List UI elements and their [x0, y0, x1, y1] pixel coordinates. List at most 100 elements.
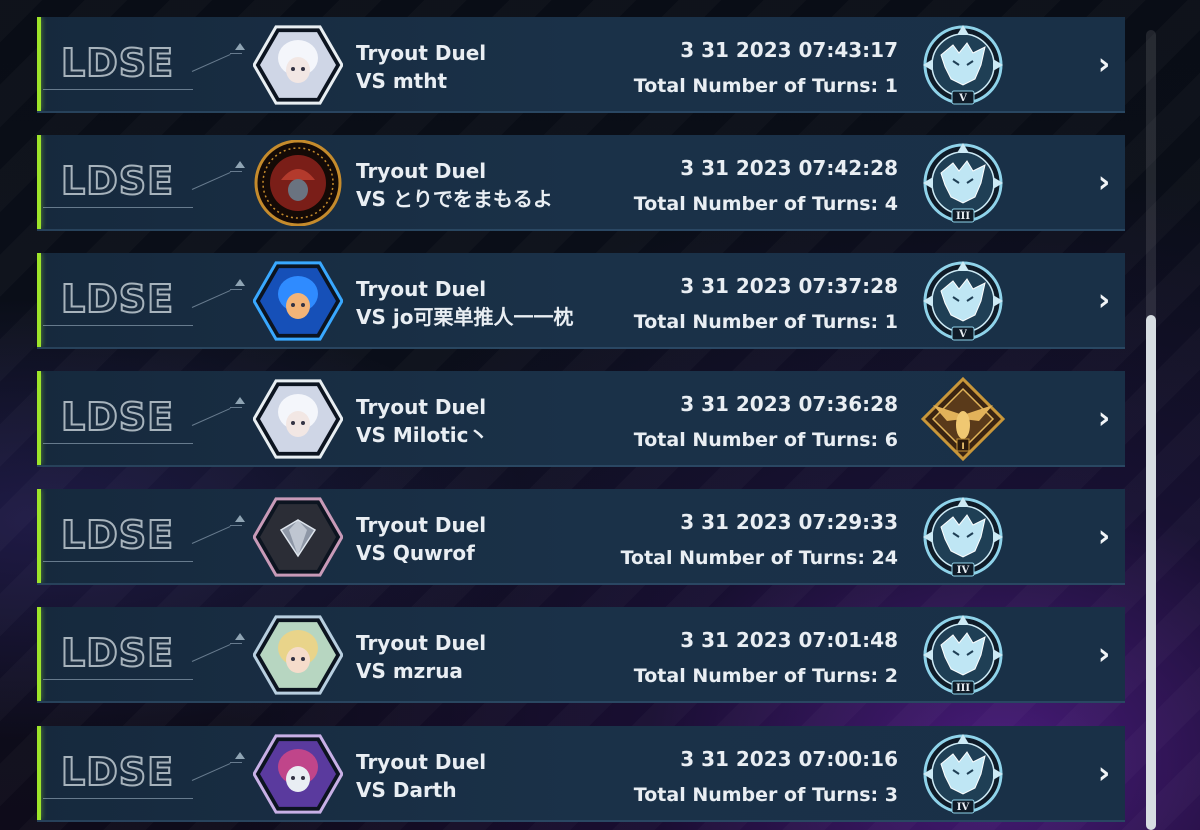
duel-row[interactable]: LDSE Tryout Duel VS Milotic丶 3 31 2023 0… — [37, 371, 1125, 467]
divider-line — [230, 643, 242, 644]
duel-row[interactable]: LDSE Tryout Duel VS とりでをまもるよ 3 31 2023 0… — [37, 135, 1125, 231]
opponent-avatar — [253, 612, 343, 698]
divider-line — [43, 798, 193, 799]
divider-line — [43, 679, 193, 680]
row-accent-bar — [37, 489, 41, 583]
divider-line — [230, 525, 242, 526]
duel-datetime: 3 31 2023 07:29:33 — [680, 510, 898, 534]
rank-tier-label: III — [956, 683, 970, 694]
triangle-marker-icon — [235, 397, 245, 404]
divider-line — [230, 171, 242, 172]
opponent-name: VS とりでをまもるよ — [356, 187, 553, 211]
duel-datetime: 3 31 2023 07:01:48 — [680, 628, 898, 652]
rank-tier-label: III — [956, 211, 970, 222]
row-accent-bar — [37, 607, 41, 701]
chevron-right-icon[interactable]: › — [1092, 165, 1116, 201]
row-accent-bar — [37, 726, 41, 820]
opponent-avatar — [253, 140, 343, 226]
opponent-name: VS Quwrof — [356, 541, 475, 565]
result-label: LDSE — [60, 513, 175, 557]
duel-mode: Tryout Duel — [356, 159, 487, 183]
triangle-marker-icon — [235, 279, 245, 286]
divider-line — [43, 443, 193, 444]
rank-tier-label: V — [958, 329, 967, 340]
duel-row[interactable]: LDSE Tryout Duel VS Quwrof 3 31 2023 07:… — [37, 489, 1125, 585]
divider-line — [191, 407, 231, 426]
row-accent-bar — [37, 135, 41, 229]
opponent-avatar — [253, 376, 343, 462]
divider-line — [191, 525, 231, 544]
chevron-right-icon[interactable]: › — [1092, 47, 1116, 83]
rank-emblem-icon: III — [919, 139, 1007, 227]
divider-line — [230, 289, 242, 290]
opponent-avatar — [253, 22, 343, 108]
divider-line — [191, 53, 231, 72]
opponent-name: VS jo可栗单推人一一枕 — [356, 305, 574, 329]
opponent-avatar — [253, 494, 343, 580]
divider-line — [191, 289, 231, 308]
duel-row[interactable]: LDSE Tryout Duel VS mtht 3 31 2023 07:43… — [37, 17, 1125, 113]
divider-line — [191, 762, 231, 781]
rank-tier-label: V — [958, 93, 967, 104]
divider-line — [43, 207, 193, 208]
opponent-name: VS mtht — [356, 69, 448, 93]
turn-count: Total Number of Turns: 3 — [633, 784, 898, 806]
result-label: LDSE — [60, 631, 175, 675]
result-label: LDSE — [60, 750, 175, 794]
row-accent-bar — [37, 17, 41, 111]
duel-row[interactable]: LDSE Tryout Duel VS Darth 3 31 2023 07:0… — [37, 726, 1125, 822]
divider-line — [191, 171, 231, 190]
duel-mode: Tryout Duel — [356, 395, 487, 419]
rank-emblem-icon: V — [919, 21, 1007, 109]
duel-mode: Tryout Duel — [356, 513, 487, 537]
turn-count: Total Number of Turns: 2 — [633, 665, 898, 687]
opponent-avatar — [253, 258, 343, 344]
duel-row[interactable]: LDSE Tryout Duel VS mzrua 3 31 2023 07:0… — [37, 607, 1125, 703]
divider-line — [43, 89, 193, 90]
opponent-name: VS Darth — [356, 778, 457, 802]
triangle-marker-icon — [235, 633, 245, 640]
rank-emblem-icon: III — [919, 611, 1007, 699]
duel-datetime: 3 31 2023 07:42:28 — [680, 156, 898, 180]
divider-line — [191, 643, 231, 662]
turn-count: Total Number of Turns: 6 — [633, 429, 898, 451]
chevron-right-icon[interactable]: › — [1092, 756, 1116, 792]
duel-row[interactable]: LDSE Tryout Duel VS jo可栗单推人一一枕 3 31 2023… — [37, 253, 1125, 349]
duel-history-list: LDSE Tryout Duel VS mtht 3 31 2023 07:43… — [0, 0, 1130, 830]
duel-datetime: 3 31 2023 07:37:28 — [680, 274, 898, 298]
chevron-right-icon[interactable]: › — [1092, 401, 1116, 437]
duel-mode: Tryout Duel — [356, 41, 487, 65]
scrollbar-thumb[interactable] — [1146, 315, 1156, 830]
opponent-name: VS mzrua — [356, 659, 463, 683]
opponent-avatar — [253, 731, 343, 817]
triangle-marker-icon — [235, 43, 245, 50]
chevron-right-icon[interactable]: › — [1092, 637, 1116, 673]
divider-line — [43, 561, 193, 562]
rank-tier-label: IV — [957, 802, 970, 813]
result-label: LDSE — [60, 395, 175, 439]
chevron-right-icon[interactable]: › — [1092, 519, 1116, 555]
rank-emblem-icon: V — [919, 257, 1007, 345]
rank-tier-label: IV — [957, 565, 970, 576]
scrollbar[interactable] — [1146, 30, 1156, 830]
rank-emblem-icon: I — [919, 375, 1007, 463]
divider-line — [43, 325, 193, 326]
divider-line — [230, 407, 242, 408]
duel-mode: Tryout Duel — [356, 631, 487, 655]
chevron-right-icon[interactable]: › — [1092, 283, 1116, 319]
duel-datetime: 3 31 2023 07:36:28 — [680, 392, 898, 416]
result-label: LDSE — [60, 159, 175, 203]
opponent-name: VS Milotic丶 — [356, 423, 489, 447]
duel-datetime: 3 31 2023 07:43:17 — [680, 38, 898, 62]
triangle-marker-icon — [235, 752, 245, 759]
divider-line — [230, 53, 242, 54]
turn-count: Total Number of Turns: 24 — [620, 547, 898, 569]
rank-tier-label: I — [961, 442, 964, 452]
duel-mode: Tryout Duel — [356, 750, 487, 774]
triangle-marker-icon — [235, 515, 245, 522]
row-accent-bar — [37, 253, 41, 347]
result-label: LDSE — [60, 41, 175, 85]
rank-emblem-icon: IV — [919, 730, 1007, 818]
rank-emblem-icon: IV — [919, 493, 1007, 581]
turn-count: Total Number of Turns: 1 — [633, 75, 898, 97]
